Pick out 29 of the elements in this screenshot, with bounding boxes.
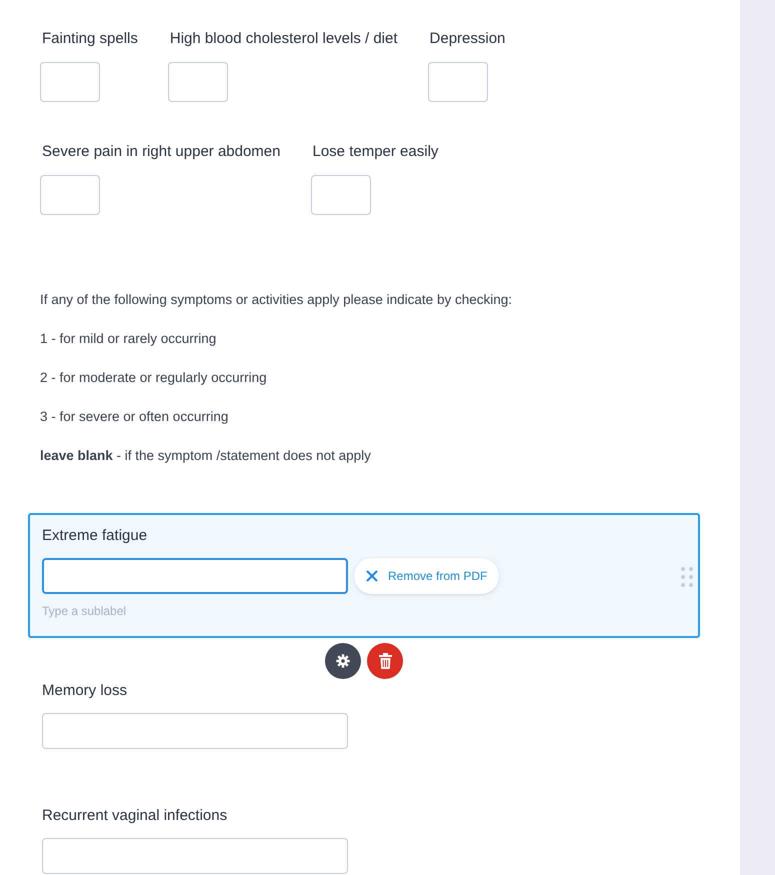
answer-field[interactable]: [42, 558, 348, 594]
answer-field[interactable]: [42, 713, 348, 749]
input-field[interactable]: [40, 175, 100, 215]
settings-button[interactable]: [325, 643, 361, 679]
field-label: Lose temper easily: [312, 143, 438, 160]
settings-icon: [336, 654, 350, 668]
question-label: Memory loss: [42, 682, 128, 699]
instruction-text: If any of the following symptoms or activities apply please indicate by checking:: [40, 291, 512, 309]
instruction-text: leave blank - if the symptom /statement does not apply: [40, 447, 371, 465]
trash-icon: [378, 653, 392, 669]
instruction-text: 3 - for severe or often occurring: [40, 408, 228, 426]
sublabel-field[interactable]: Type a sublabel: [42, 604, 242, 618]
answer-field[interactable]: [42, 838, 348, 874]
field-label: Fainting spells: [41, 30, 138, 47]
question-label: Recurrent vaginal infections: [42, 807, 228, 824]
input-field[interactable]: [310, 175, 370, 215]
question-label: Extreme fatigue: [42, 527, 148, 544]
input-field[interactable]: [428, 62, 488, 102]
field-label: Depression: [428, 30, 506, 47]
input-field[interactable]: [40, 62, 100, 102]
input-field[interactable]: [168, 62, 228, 102]
drag-handle-icon[interactable]: [681, 567, 693, 587]
field-label: Severe pain in right upper abdomen: [41, 143, 280, 160]
close-icon: [366, 570, 378, 582]
field-label: High blood cholesterol levels / diet: [168, 30, 398, 47]
instruction-text: 1 - for mild or rarely occurring: [40, 330, 216, 348]
delete-button[interactable]: [367, 643, 403, 679]
instruction-text: 2 - for moderate or regularly occurring: [40, 369, 267, 387]
remove-from-pdf-button[interactable]: Remove from PDF: [354, 558, 500, 594]
